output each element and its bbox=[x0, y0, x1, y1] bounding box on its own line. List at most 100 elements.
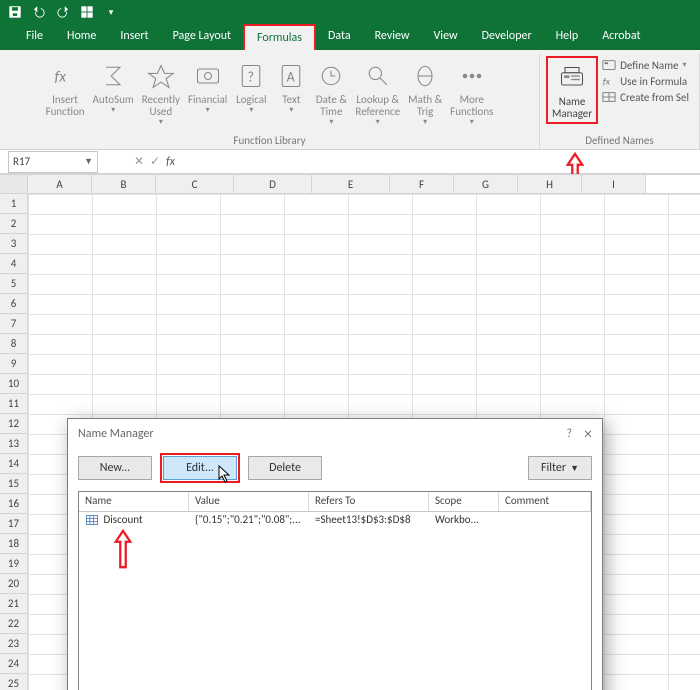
row-header[interactable]: 18 bbox=[0, 534, 28, 554]
tab-acrobat[interactable]: Acrobat bbox=[590, 24, 652, 50]
column-header[interactable]: H bbox=[518, 175, 582, 193]
row-header[interactable]: 22 bbox=[0, 614, 28, 634]
row-header[interactable]: 20 bbox=[0, 574, 28, 594]
column-header[interactable]: F bbox=[390, 175, 454, 193]
tab-data[interactable]: Data bbox=[316, 24, 363, 50]
more-functions-button[interactable]: More Functions▾ bbox=[446, 56, 497, 129]
tab-view[interactable]: View bbox=[422, 24, 470, 50]
column-header[interactable]: A bbox=[28, 175, 92, 193]
close-icon[interactable]: × bbox=[584, 425, 592, 444]
save-icon[interactable] bbox=[6, 3, 24, 21]
column-header[interactable]: B bbox=[92, 175, 156, 193]
row-header[interactable]: 1 bbox=[0, 194, 28, 214]
column-header[interactable]: E bbox=[312, 175, 390, 193]
chevron-down-icon[interactable]: ▼ bbox=[84, 156, 93, 167]
function-library-group-label: Function Library bbox=[233, 134, 305, 149]
tab-help[interactable]: Help bbox=[544, 24, 591, 50]
row-header[interactable]: 13 bbox=[0, 434, 28, 454]
column-header[interactable]: D bbox=[234, 175, 312, 193]
svg-text:?: ? bbox=[248, 68, 255, 85]
use-in-formula-button[interactable]: fx Use in Formula bbox=[602, 74, 689, 88]
lookup-reference-button[interactable]: Lookup & Reference▾ bbox=[351, 56, 404, 129]
row-header[interactable]: 23 bbox=[0, 634, 28, 654]
row-header[interactable]: 25 bbox=[0, 674, 28, 690]
column-header[interactable]: C bbox=[156, 175, 234, 193]
row-header[interactable]: 15 bbox=[0, 474, 28, 494]
tab-insert[interactable]: Insert bbox=[108, 24, 160, 50]
define-name-label: Define Name bbox=[620, 59, 678, 72]
row-header[interactable]: 21 bbox=[0, 594, 28, 614]
tab-review[interactable]: Review bbox=[363, 24, 422, 50]
create-from-selection-button[interactable]: Create from Sel bbox=[602, 90, 689, 104]
tab-home[interactable]: Home bbox=[55, 24, 108, 50]
cancel-x-icon[interactable]: ✕ bbox=[134, 154, 144, 169]
row-header[interactable]: 8 bbox=[0, 334, 28, 354]
cursor-icon bbox=[218, 465, 232, 483]
enter-check-icon[interactable]: ✓ bbox=[150, 154, 160, 169]
recently-used-button[interactable]: Recently Used▾ bbox=[138, 56, 184, 129]
row-header[interactable]: 17 bbox=[0, 514, 28, 534]
dialog-toolbar: New... Edit... Delete Filter▼ bbox=[68, 449, 602, 487]
row-header[interactable]: 24 bbox=[0, 654, 28, 674]
svg-text:fx: fx bbox=[55, 67, 67, 86]
column-header[interactable]: I bbox=[582, 175, 646, 193]
undo-icon[interactable] bbox=[30, 3, 48, 21]
row-header[interactable]: 6 bbox=[0, 294, 28, 314]
group-defined-names: Name Manager Define Name ▾ fx Use in For… bbox=[540, 54, 700, 149]
col-refers-to[interactable]: Refers To bbox=[309, 492, 429, 511]
new-button[interactable]: New... bbox=[78, 456, 152, 480]
row-header[interactable]: 5 bbox=[0, 274, 28, 294]
tab-developer[interactable]: Developer bbox=[470, 24, 544, 50]
list-item[interactable]: Discount {"0.15";"0.21";"0.08";... =Shee… bbox=[79, 512, 591, 530]
col-comment[interactable]: Comment bbox=[499, 492, 591, 511]
tab-page-layout[interactable]: Page Layout bbox=[161, 24, 243, 50]
math-trig-button[interactable]: Math & Trig▾ bbox=[404, 56, 446, 129]
date-time-button[interactable]: Date & Time▾ bbox=[311, 56, 351, 129]
row-header[interactable]: 3 bbox=[0, 234, 28, 254]
logical-button[interactable]: ? Logical▾ bbox=[231, 56, 271, 117]
autosum-button[interactable]: AutoSum▾ bbox=[89, 56, 138, 117]
col-value[interactable]: Value bbox=[189, 492, 309, 511]
cell-name: Discount bbox=[79, 512, 189, 530]
defined-names-commands: Define Name ▾ fx Use in Formula Create f… bbox=[598, 56, 693, 104]
col-scope[interactable]: Scope bbox=[429, 492, 499, 511]
row-header[interactable]: 19 bbox=[0, 554, 28, 574]
row-header[interactable]: 12 bbox=[0, 414, 28, 434]
text-button[interactable]: A Text▾ bbox=[271, 56, 311, 117]
edit-button[interactable]: Edit... bbox=[163, 456, 237, 480]
column-headers: ABCDEFGHI bbox=[0, 174, 700, 194]
filter-button[interactable]: Filter▼ bbox=[528, 456, 592, 480]
row-header[interactable]: 9 bbox=[0, 354, 28, 374]
row-comment bbox=[499, 512, 591, 530]
row-header[interactable]: 2 bbox=[0, 214, 28, 234]
names-listview[interactable]: Name Value Refers To Scope Comment Disco… bbox=[78, 491, 592, 690]
insert-function-button[interactable]: fx Insert Function bbox=[42, 56, 89, 120]
name-box[interactable]: R17 ▼ bbox=[8, 151, 98, 173]
row-header[interactable]: 11 bbox=[0, 394, 28, 414]
row-header[interactable]: 7 bbox=[0, 314, 28, 334]
name-manager-button[interactable]: Name Manager bbox=[546, 56, 598, 124]
touch-mode-icon[interactable] bbox=[78, 3, 96, 21]
tab-formulas[interactable]: Formulas bbox=[243, 24, 316, 50]
help-icon[interactable]: ? bbox=[566, 427, 572, 441]
worksheet-grid[interactable]: ABCDEFGHI 123456789101112131415161718192… bbox=[0, 174, 700, 690]
delete-button[interactable]: Delete bbox=[248, 456, 322, 480]
tab-file[interactable]: File bbox=[14, 24, 55, 50]
row-header[interactable]: 16 bbox=[0, 494, 28, 514]
row-header[interactable]: 10 bbox=[0, 374, 28, 394]
redo-icon[interactable] bbox=[54, 3, 72, 21]
formula-input[interactable] bbox=[175, 152, 700, 172]
define-name-button[interactable]: Define Name ▾ bbox=[602, 58, 689, 72]
financial-button[interactable]: Financial▾ bbox=[184, 56, 231, 117]
row-header[interactable]: 14 bbox=[0, 454, 28, 474]
select-all-corner[interactable] bbox=[0, 175, 28, 193]
col-name[interactable]: Name bbox=[79, 492, 189, 511]
column-header[interactable]: G bbox=[454, 175, 518, 193]
qat-customize-icon[interactable]: ▾ bbox=[102, 3, 120, 21]
dialog-titlebar[interactable]: Name Manager ? × bbox=[68, 419, 602, 449]
name-manager-icon bbox=[556, 60, 588, 96]
fx-icon-label[interactable]: fx bbox=[166, 155, 175, 169]
row-header[interactable]: 4 bbox=[0, 254, 28, 274]
svg-text:A: A bbox=[287, 68, 296, 85]
listview-header[interactable]: Name Value Refers To Scope Comment bbox=[79, 492, 591, 512]
